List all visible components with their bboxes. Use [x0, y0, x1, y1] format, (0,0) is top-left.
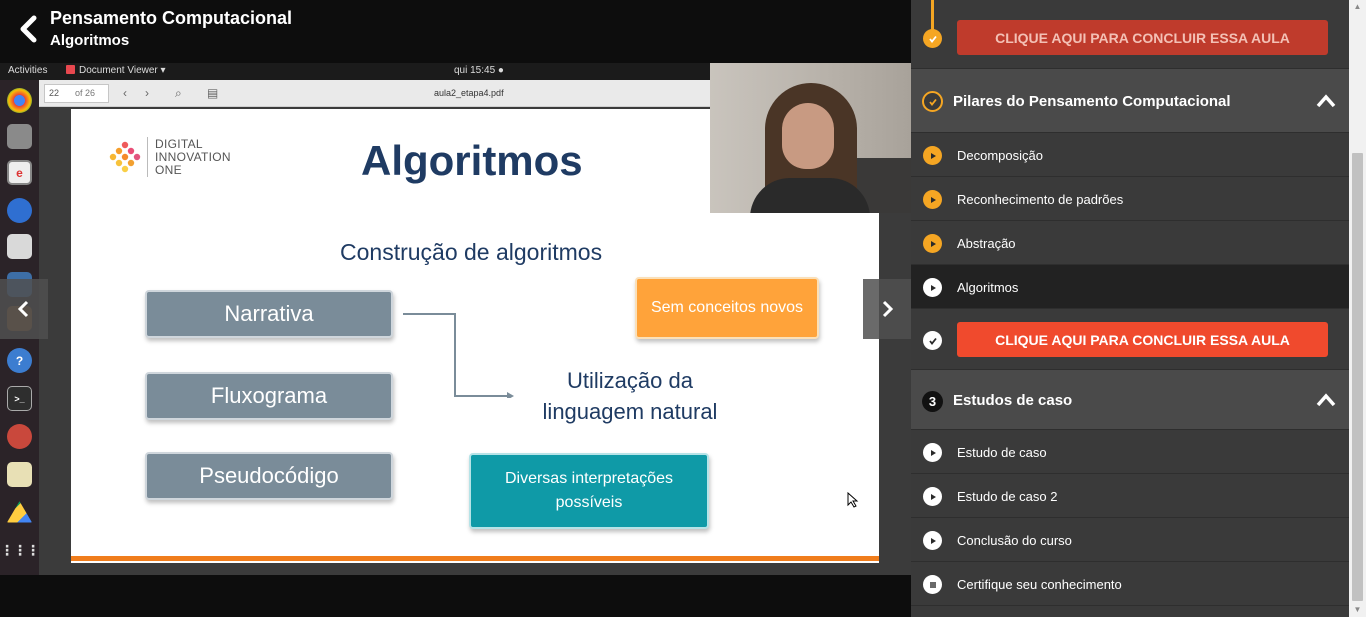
lesson-item[interactable]: Conclusão do curso — [911, 518, 1349, 562]
timeline-line — [931, 0, 934, 30]
pseudocodigo-box: Pseudocódigo — [145, 452, 393, 500]
natural-language-text: Utilização da linguagem natural — [542, 368, 718, 424]
text-editor-icon — [7, 462, 32, 487]
logo-divider — [147, 137, 148, 177]
lesson-item[interactable]: Estudo de caso — [911, 430, 1349, 474]
complete-lesson-button[interactable]: CLIQUE AQUI PARA CONCLUIR ESSA AULA — [957, 322, 1328, 357]
webcam-overlay — [710, 63, 911, 213]
lesson-item-active[interactable]: Algoritmos — [911, 265, 1349, 309]
lesson-label: Reconhecimento de padrões — [957, 192, 1124, 207]
section-header-pilares[interactable]: Pilares do Pensamento Computacional — [911, 69, 1349, 133]
lesson-label: Estudo de caso 2 — [957, 489, 1058, 504]
video-frame[interactable]: Activities Document Viewer ▾ qui 15:45 ●… — [0, 63, 911, 575]
help-icon: ? — [7, 348, 32, 373]
chevron-left-icon — [17, 300, 29, 318]
chrome-icon — [7, 88, 32, 113]
section-complete-icon — [922, 91, 943, 112]
slide-footer-bar — [71, 556, 879, 561]
terminal-icon: >_ — [7, 386, 32, 411]
chevron-up-icon — [1316, 94, 1336, 108]
activities-label: Activities — [8, 65, 48, 76]
logo-line-3: ONE — [155, 163, 182, 177]
scroll-down-icon[interactable]: ▼ — [1349, 603, 1366, 617]
lesson-item[interactable]: Decomposição — [911, 133, 1349, 177]
previous-lesson-button[interactable] — [0, 279, 48, 339]
section-number-badge: 3 — [922, 391, 943, 412]
sidebar-scrollbar[interactable]: ▲ ▼ — [1349, 0, 1366, 617]
lesson-title: Algoritmos — [50, 32, 130, 49]
lesson-player: Pensamento Computacional Algoritmos Acti… — [0, 0, 911, 617]
complete-row: CLIQUE AQUI PARA CONCLUIR ESSA AULA — [911, 309, 1349, 370]
thunderbird-icon — [7, 198, 32, 223]
pdf-file-name: aula2_etapa4.pdf — [434, 88, 504, 98]
chevron-right-icon — [882, 300, 894, 318]
page-number-field[interactable]: 22 of 26 — [44, 84, 109, 103]
app-menu: Document Viewer ▾ — [66, 65, 166, 76]
sidebar-toggle-icon[interactable]: ▤ — [207, 86, 218, 100]
play-icon — [923, 531, 942, 550]
app-name: Document Viewer ▾ — [79, 65, 166, 76]
course-title: Pensamento Computacional — [50, 8, 293, 28]
document-viewer-dock-icon: e — [7, 160, 32, 185]
flow-arrow — [403, 313, 514, 398]
apps-grid-icon: ⋮⋮⋮ — [0, 542, 40, 558]
section-header-estudos[interactable]: 3 Estudos de caso — [911, 370, 1349, 430]
slide-subtitle: Construção de algoritmos — [340, 239, 603, 265]
play-icon — [923, 190, 942, 209]
chevron-up-icon — [1316, 393, 1336, 407]
lesson-label: Certifique seu conhecimento — [957, 577, 1122, 592]
prev-page-icon[interactable]: ‹ — [123, 86, 127, 100]
play-icon — [923, 487, 942, 506]
back-button[interactable] — [16, 14, 42, 44]
check-icon — [923, 331, 942, 350]
lesson-label: Estudo de caso — [957, 445, 1047, 460]
media-icon — [7, 234, 32, 259]
lesson-item[interactable]: Abstração — [911, 221, 1349, 265]
list-icon — [923, 575, 942, 594]
sem-conceitos-box: Sem conceitos novos — [635, 277, 819, 339]
slide-title: Algoritmos — [361, 137, 583, 184]
dio-logo-text: DIGITAL INNOVATION ONE — [155, 138, 231, 177]
lesson-label: Decomposição — [957, 148, 1043, 163]
scroll-thumb[interactable] — [1352, 153, 1363, 601]
chevron-left-icon — [20, 15, 37, 43]
play-icon — [923, 234, 942, 253]
play-icon — [923, 443, 942, 462]
narrativa-box: Narrativa — [145, 290, 393, 338]
next-page-icon[interactable]: › — [145, 86, 149, 100]
player-footer — [0, 575, 911, 617]
check-icon — [923, 29, 942, 48]
page-total: of 26 — [75, 88, 96, 98]
lesson-item[interactable]: Certifique seu conhecimento — [911, 562, 1349, 606]
prev-complete-row: CLIQUE AQUI PARA CONCLUIR ESSA AULA — [911, 0, 1349, 69]
dio-logo-icon — [109, 141, 141, 173]
diversas-interpretacoes-box: Diversas interpretações possíveis — [469, 453, 709, 529]
lesson-label: Abstração — [957, 236, 1016, 251]
lesson-label: Algoritmos — [957, 280, 1019, 295]
course-sidebar: CLIQUE AQUI PARA CONCLUIR ESSA AULA Pila… — [911, 0, 1366, 617]
section-title: Estudos de caso — [953, 392, 1073, 409]
course-outline: CLIQUE AQUI PARA CONCLUIR ESSA AULA Pila… — [911, 0, 1349, 617]
settings-icon — [7, 424, 32, 449]
files-icon — [7, 124, 32, 149]
section-title: Pilares do Pensamento Computacional — [953, 93, 1231, 110]
play-icon — [923, 278, 942, 297]
current-page: 22 — [49, 88, 60, 98]
next-lesson-button[interactable] — [863, 279, 911, 339]
play-icon — [923, 146, 942, 165]
lesson-item[interactable]: Estudo de caso 2 — [911, 474, 1349, 518]
search-icon[interactable]: ⌕ — [175, 86, 182, 101]
complete-lesson-button-previous[interactable]: CLIQUE AQUI PARA CONCLUIR ESSA AULA — [957, 20, 1328, 55]
player-header: Pensamento Computacional Algoritmos — [0, 0, 911, 63]
google-drive-icon — [7, 501, 32, 523]
fluxograma-box: Fluxograma — [145, 372, 393, 420]
mouse-cursor-icon — [847, 492, 859, 508]
presenter-face — [782, 103, 834, 169]
lesson-item[interactable]: Reconhecimento de padrões — [911, 177, 1349, 221]
document-viewer-icon — [66, 65, 75, 74]
scroll-up-icon[interactable]: ▲ — [1349, 0, 1366, 14]
lesson-label: Conclusão do curso — [957, 533, 1072, 548]
clock: qui 15:45 ● — [454, 65, 504, 76]
